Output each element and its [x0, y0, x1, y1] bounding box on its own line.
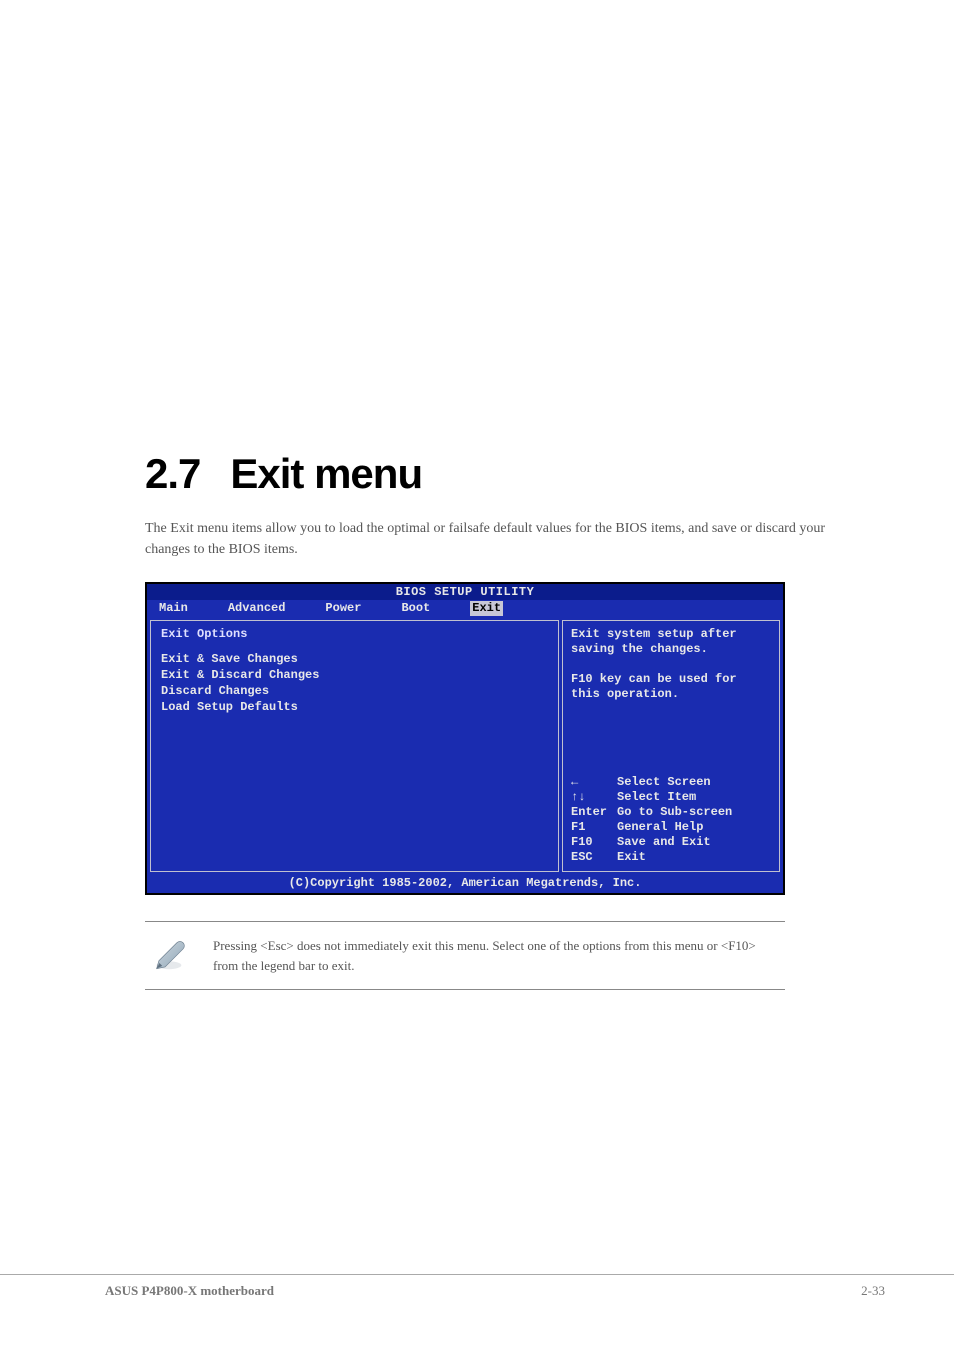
- note-block: Pressing <Esc> does not immediately exit…: [145, 921, 785, 990]
- key-help-block: ←Select Screen ↑↓Select Item EnterGo to …: [571, 775, 771, 865]
- bios-tab-bar: Main Advanced Power Boot Exit: [147, 600, 783, 617]
- intro-paragraph: The Exit menu items allow you to load th…: [145, 518, 854, 560]
- page-footer: ASUS P4P800-X motherboard 2-33: [0, 1274, 954, 1299]
- key-f10: F10: [571, 835, 617, 850]
- exit-discard-changes[interactable]: Exit & Discard Changes: [161, 668, 548, 683]
- footer-page-number: 2-33: [861, 1283, 885, 1299]
- key-desc-save-exit: Save and Exit: [617, 835, 711, 850]
- bios-copyright: (C)Copyright 1985-2002, American Megatre…: [147, 875, 783, 893]
- key-desc-select-item: Select Item: [617, 790, 696, 805]
- section-heading: 2.7 Exit menu: [145, 450, 854, 498]
- bios-left-panel: Exit Options Exit & Save Changes Exit & …: [150, 620, 559, 872]
- key-desc-general-help: General Help: [617, 820, 703, 835]
- section-number: 2.7: [145, 450, 200, 498]
- load-setup-defaults[interactable]: Load Setup Defaults: [161, 700, 548, 715]
- key-esc: ESC: [571, 850, 617, 865]
- tab-exit[interactable]: Exit: [470, 601, 503, 616]
- bios-title: BIOS SETUP UTILITY: [147, 584, 783, 600]
- key-left-arrow: ←: [571, 775, 617, 790]
- tab-power[interactable]: Power: [325, 601, 375, 616]
- bios-right-panel: Exit system setup after saving the chang…: [562, 620, 780, 872]
- note-text: Pressing <Esc> does not immediately exit…: [213, 936, 779, 975]
- key-up-down: ↑↓: [571, 790, 617, 805]
- help-text: Exit system setup after saving the chang…: [571, 627, 771, 702]
- key-desc-exit: Exit: [617, 850, 646, 865]
- section-title: Exit menu: [230, 450, 422, 497]
- exit-options-heading: Exit Options: [161, 627, 548, 642]
- key-desc-subscreen: Go to Sub-screen: [617, 805, 732, 820]
- tab-boot[interactable]: Boot: [401, 601, 444, 616]
- tab-main[interactable]: Main: [159, 601, 202, 616]
- footer-product: ASUS P4P800-X motherboard: [105, 1283, 274, 1299]
- bios-window: BIOS SETUP UTILITY Main Advanced Power B…: [145, 582, 785, 895]
- key-enter: Enter: [571, 805, 617, 820]
- exit-save-changes[interactable]: Exit & Save Changes: [161, 652, 548, 667]
- key-f1: F1: [571, 820, 617, 835]
- discard-changes[interactable]: Discard Changes: [161, 684, 548, 699]
- pencil-icon: [151, 936, 187, 972]
- tab-advanced[interactable]: Advanced: [228, 601, 300, 616]
- key-desc-select-screen: Select Screen: [617, 775, 711, 790]
